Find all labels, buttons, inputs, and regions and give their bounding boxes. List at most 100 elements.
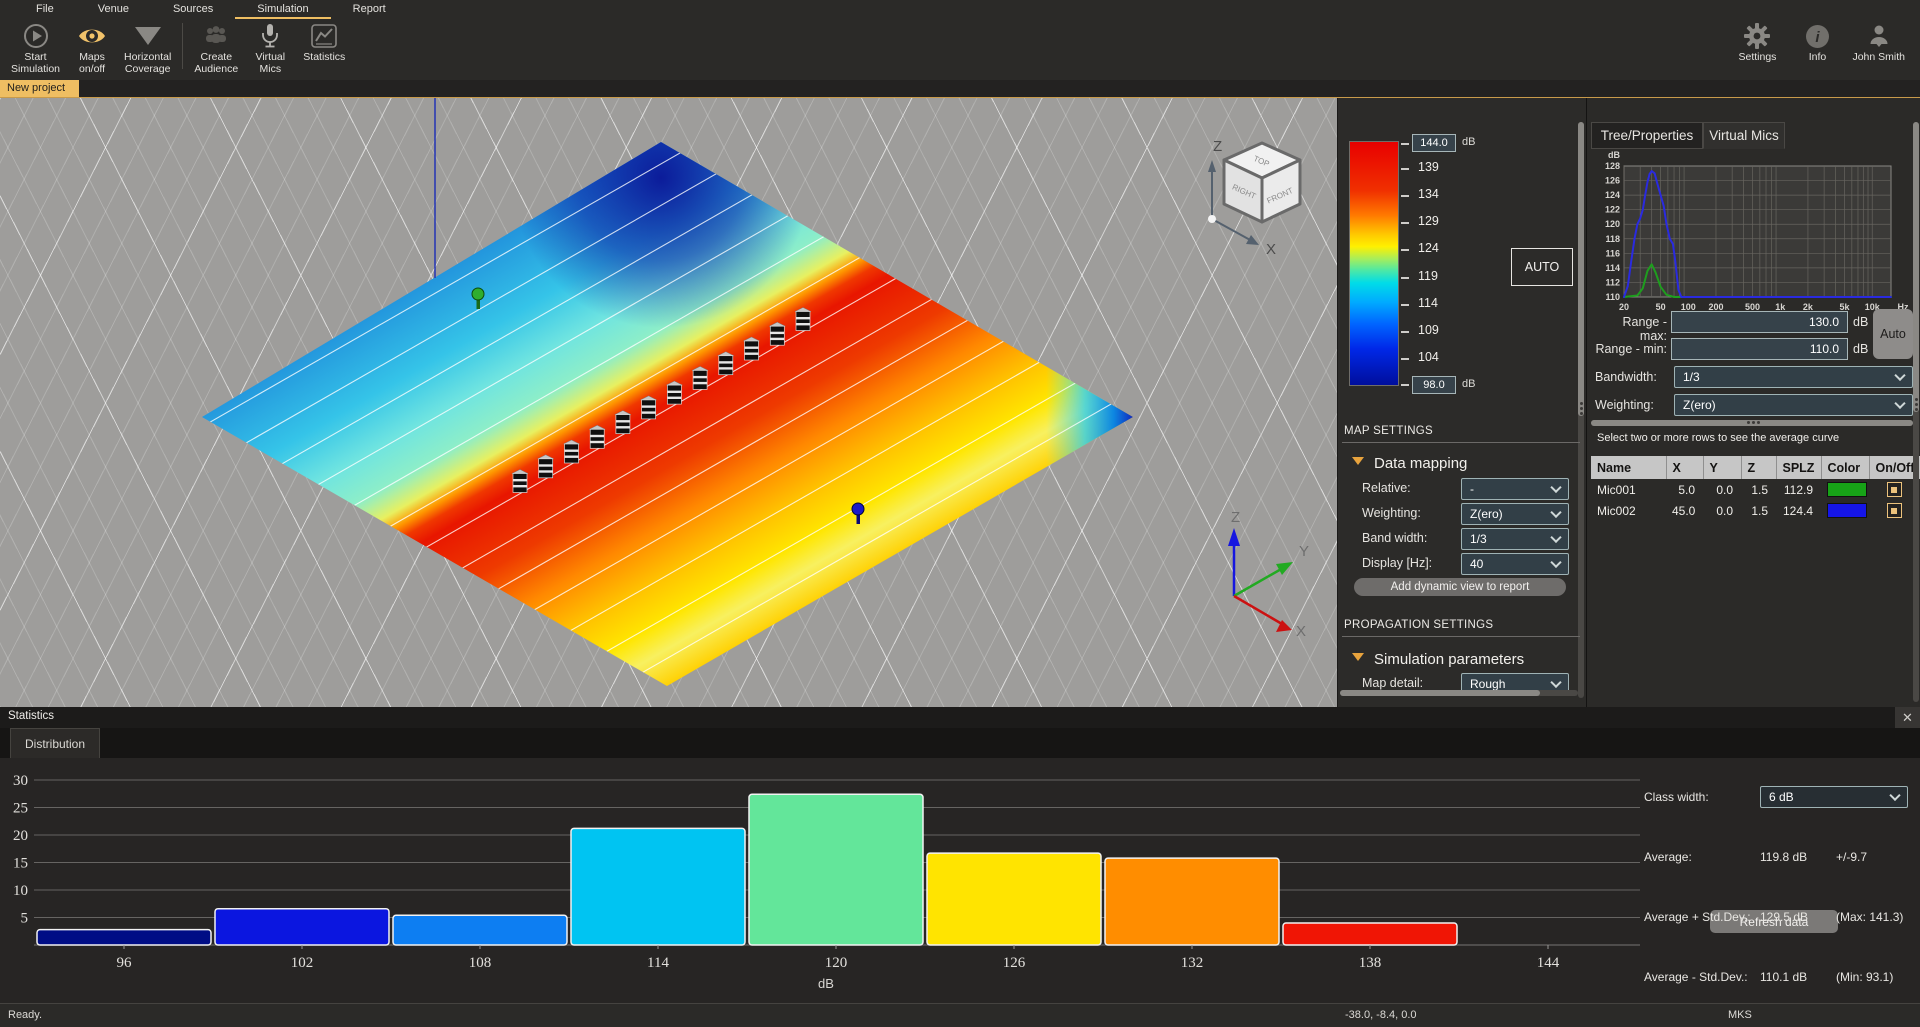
column-header-color[interactable]: Color	[1821, 456, 1869, 479]
mic-color-cell[interactable]	[1821, 479, 1869, 500]
stats-info-value: 129.5 dB	[1760, 910, 1808, 924]
toolbar-button-statistics[interactable]: Statistics	[297, 19, 351, 63]
subwoofer-speaker[interactable]	[744, 337, 760, 360]
subwoofer-speaker[interactable]	[692, 366, 708, 389]
toolbar-button-horizontal-coverage[interactable]: HorizontalCoverage	[119, 19, 176, 76]
axis-gizmo: Z Y X	[1228, 509, 1309, 640]
map-settings-title: MAP SETTINGS	[1344, 425, 1433, 437]
data-mapping-title: Data mapping	[1374, 455, 1467, 472]
histogram-bar-96[interactable]	[37, 930, 211, 945]
menu-item-report[interactable]: Report	[331, 0, 408, 19]
map-settings-hscrollbar[interactable]	[1340, 690, 1578, 696]
subwoofer-speaker[interactable]	[589, 425, 605, 448]
histogram-bar-114[interactable]	[571, 828, 745, 945]
toolbar-button-label: Statistics	[303, 51, 345, 63]
toolbar: StartSimulationMapson/offHorizontalCover…	[0, 19, 1920, 80]
range-input[interactable]	[1671, 311, 1848, 333]
column-header-x[interactable]: X	[1666, 456, 1703, 479]
toolbar-button-info[interactable]: iInfo	[1787, 19, 1847, 63]
map-relative-dropdown[interactable]: -	[1461, 478, 1569, 500]
collapse-triangle-icon[interactable]	[1352, 457, 1364, 465]
mic-table-hint: Select two or more rows to see the avera…	[1597, 432, 1839, 444]
triangle-down-icon	[134, 21, 162, 51]
menu-item-file[interactable]: File	[14, 0, 76, 19]
menu-item-venue[interactable]: Venue	[76, 0, 151, 19]
color-swatch[interactable]	[1827, 503, 1867, 518]
class-width-dropdown[interactable]: 6 dB	[1760, 786, 1908, 808]
subwoofer-speaker[interactable]	[718, 352, 734, 375]
orientation-cube[interactable]: Z X TOP RIGHT FRONT	[1208, 138, 1300, 258]
legend-tick-dash	[1401, 358, 1409, 360]
menu-item-simulation[interactable]: Simulation	[235, 0, 330, 19]
toolbar-button-settings[interactable]: Settings	[1727, 19, 1787, 63]
histogram-bar-132[interactable]	[1105, 858, 1279, 945]
legend-endpoint-dash	[1401, 143, 1409, 145]
gizmo-y-label: Y	[1299, 543, 1309, 560]
stats-info-value: 119.8 dB	[1760, 850, 1807, 864]
spl-map-scene: Z X TOP RIGHT FRONT Z	[0, 98, 1337, 708]
color-swatch[interactable]	[1827, 482, 1867, 497]
subwoofer-speaker[interactable]	[666, 381, 682, 404]
checkbox-icon[interactable]	[1887, 503, 1902, 518]
close-icon[interactable]: ✕	[1895, 707, 1920, 728]
histogram-bar-120[interactable]	[749, 794, 923, 945]
map-displayhz-dropdown[interactable]: 40	[1461, 553, 1569, 575]
legend-min-input[interactable]	[1412, 376, 1456, 394]
map-bandwidth-dropdown[interactable]: 1/3	[1461, 528, 1569, 550]
right-panel-hscrollbar[interactable]	[1591, 420, 1913, 426]
column-header-z[interactable]: Z	[1741, 456, 1776, 479]
toolbar-button-virtual-mics[interactable]: VirtualMics	[243, 19, 297, 76]
rp-weighting-dropdown[interactable]: Z(ero)	[1674, 394, 1913, 416]
mic-table-row[interactable]: Mic00245.00.01.5124.4	[1591, 500, 1920, 521]
chevron-down-icon	[1550, 482, 1561, 493]
legend-auto-button[interactable]: AUTO	[1511, 248, 1573, 286]
histogram-bar-108[interactable]	[393, 915, 567, 945]
toolbar-button-johnsmith[interactable]: John Smith	[1847, 19, 1910, 63]
column-header-name[interactable]: Name	[1591, 456, 1666, 479]
stats-info-extra: +/-9.7	[1836, 850, 1867, 864]
subwoofer-speaker[interactable]	[538, 455, 554, 478]
subwoofer-speaker[interactable]	[795, 308, 811, 331]
subwoofer-speaker[interactable]	[641, 396, 657, 419]
subwoofer-speaker[interactable]	[769, 322, 785, 345]
column-header-y[interactable]: Y	[1703, 456, 1741, 479]
cell: 1.5	[1741, 479, 1776, 500]
audience-icon	[203, 21, 229, 51]
range-auto-button[interactable]: Auto	[1873, 309, 1913, 359]
status-bar: Ready. -38.0, -8.4, 0.0 MKS	[0, 1003, 1920, 1027]
statistics-info: Refresh data Class width:6 dBAverage:119…	[1640, 782, 1916, 902]
mic-table-row[interactable]: Mic0015.00.01.5112.9	[1591, 479, 1920, 500]
stats-info-extra: (Max: 141.3)	[1836, 910, 1903, 924]
stats-info-row: Average:119.8 dB+/-9.7	[1640, 842, 1916, 872]
stats-info-row: Average - Std.Dev.:110.1 dB(Min: 93.1)	[1640, 962, 1916, 992]
rp-bandwidth-dropdown[interactable]: 1/3	[1674, 366, 1913, 388]
toolbar-button-maps-onoff[interactable]: Mapson/off	[65, 19, 119, 76]
tab-distribution[interactable]: Distribution	[10, 728, 100, 758]
add-dynamic-view-button[interactable]: Add dynamic view to report	[1354, 578, 1566, 596]
legend-tick-dash	[1401, 195, 1409, 197]
mic-color-cell[interactable]	[1821, 500, 1869, 521]
subwoofer-speaker[interactable]	[615, 411, 631, 434]
microphone-icon	[258, 21, 282, 51]
histogram-bar-126[interactable]	[927, 853, 1101, 945]
checkbox-icon[interactable]	[1887, 482, 1902, 497]
column-header-splz[interactable]: SPLZ	[1776, 456, 1821, 479]
legend-max-unit: dB	[1462, 136, 1475, 148]
subwoofer-speaker[interactable]	[512, 470, 528, 493]
range-input[interactable]	[1671, 338, 1848, 360]
status-message: Ready.	[8, 1009, 42, 1021]
histogram-bar-102[interactable]	[215, 909, 389, 945]
subwoofer-speaker[interactable]	[564, 440, 580, 463]
legend-max-input[interactable]	[1412, 134, 1456, 152]
histogram-bar-138[interactable]	[1283, 923, 1457, 945]
map-weighting-dropdown[interactable]: Z(ero)	[1461, 503, 1569, 525]
collapse-triangle-icon[interactable]	[1352, 653, 1364, 661]
menu-item-sources[interactable]: Sources	[151, 0, 235, 19]
svg-text:116: 116	[1605, 248, 1620, 258]
toolbar-button-create-audience[interactable]: CreateAudience	[189, 19, 243, 76]
toolbar-button-start-simulation[interactable]: StartSimulation	[6, 19, 65, 76]
legend-panel-scrollbar[interactable]	[1578, 122, 1584, 698]
project-tab[interactable]: New project	[0, 80, 79, 97]
right-panel-scrollbar[interactable]	[1913, 122, 1919, 702]
3d-viewport[interactable]: Z X TOP RIGHT FRONT Z	[0, 98, 1337, 708]
